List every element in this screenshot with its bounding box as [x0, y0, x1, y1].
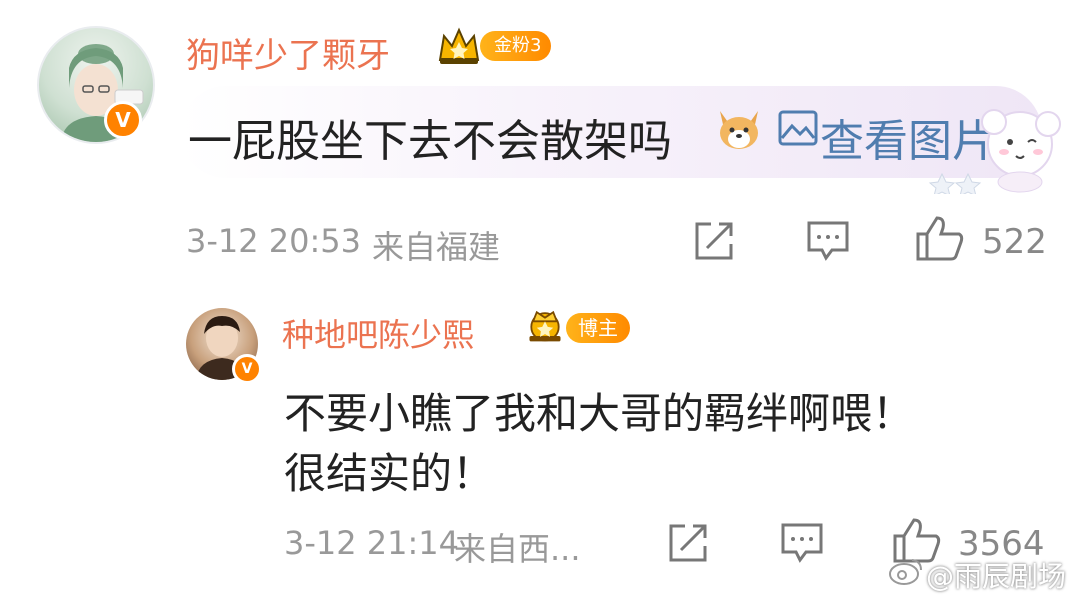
- crown-icon: [529, 310, 561, 342]
- share-icon[interactable]: [693, 220, 735, 262]
- replier-username[interactable]: 种地吧陈少熙: [282, 310, 474, 356]
- share-icon[interactable]: [667, 522, 709, 564]
- comment-icon[interactable]: [780, 522, 824, 564]
- crown-icon: [438, 27, 480, 64]
- reply-timestamp: 3-12 21:14: [284, 524, 460, 562]
- verified-icon: V: [104, 101, 142, 139]
- reply-text-line1: 不要小瞧了我和大哥的羁绊啊喂！: [284, 389, 915, 438]
- fan-level-badge: 金粉3: [480, 31, 552, 61]
- comment-icon[interactable]: [806, 220, 850, 262]
- weibo-logo-icon: [889, 559, 922, 585]
- commenter-username[interactable]: 狗咩少了颗牙: [186, 28, 390, 77]
- comment-timestamp: 3-12 20:53: [186, 222, 362, 260]
- comment-text: 一屁股坐下去不会散架吗: [188, 116, 672, 167]
- reply-text-line2: 很结实的！: [284, 449, 495, 498]
- like-icon[interactable]: [915, 214, 965, 262]
- reply-location: 来自西...: [454, 530, 581, 568]
- bear-sticker-icon: [928, 109, 1061, 194]
- dog-emoji-icon: [720, 111, 758, 149]
- image-icon: [778, 110, 818, 146]
- comment-location: 来自福建: [372, 228, 501, 266]
- watermark-text: @雨辰剧场: [926, 560, 1067, 593]
- like-count: 522: [982, 222, 1047, 262]
- verified-icon: V: [232, 354, 262, 384]
- blogger-badge: 博主: [566, 313, 630, 343]
